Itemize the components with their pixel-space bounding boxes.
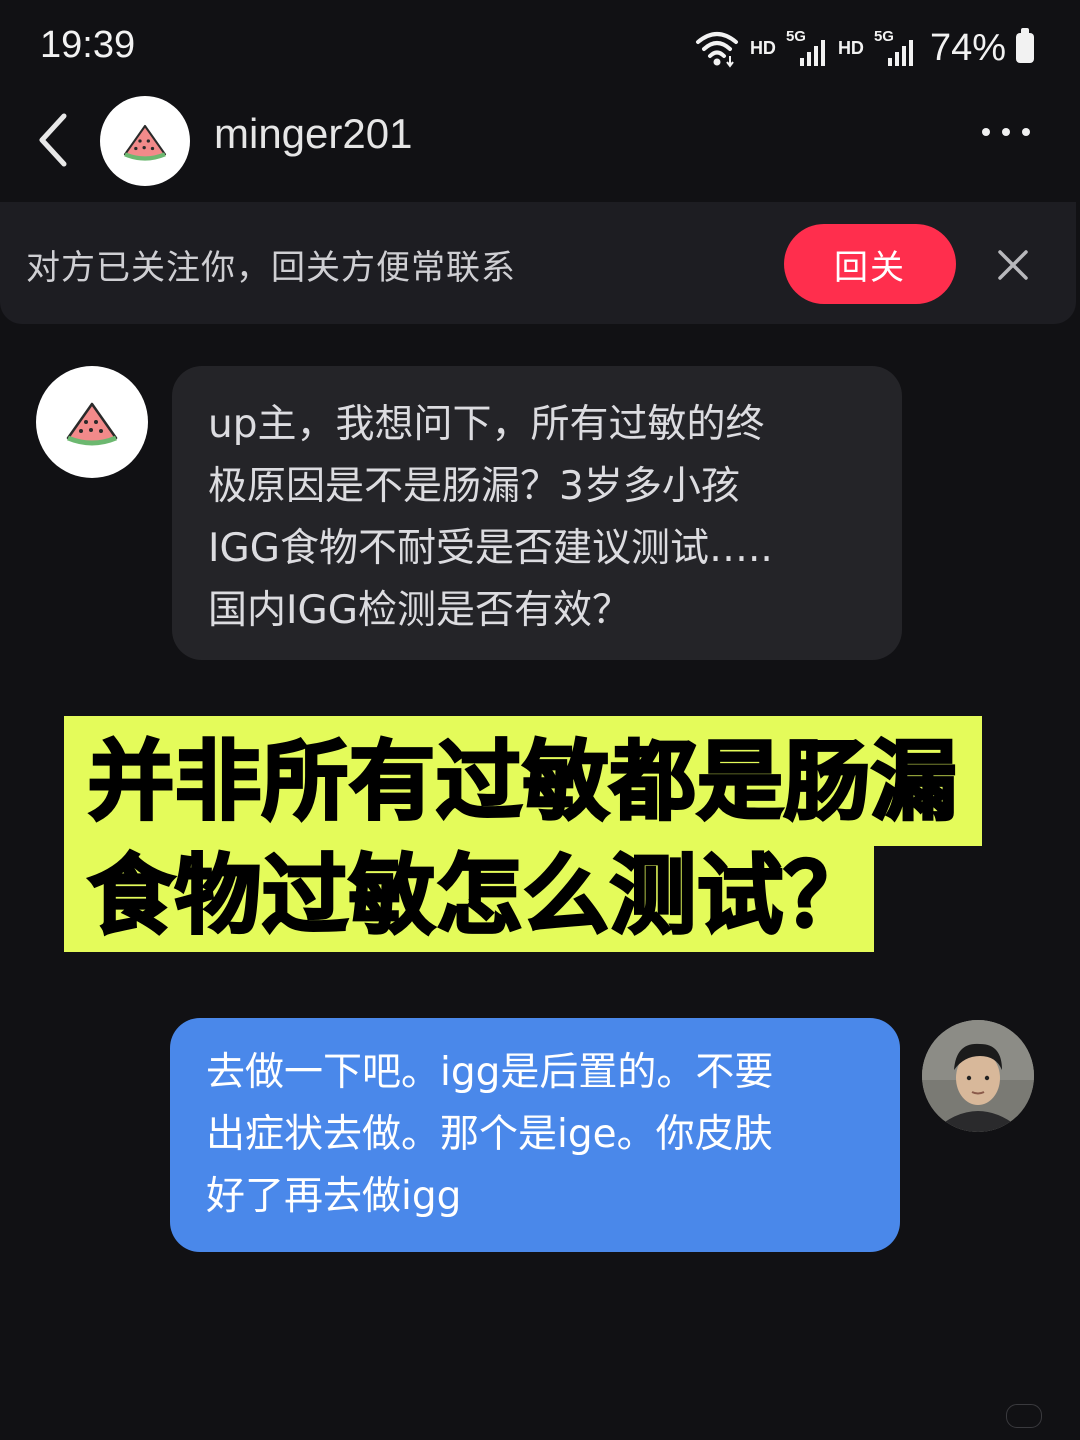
status-bar: 19:39 HD 5G HD 5G 74% xyxy=(0,0,1080,96)
follow-back-button[interactable]: 回关 xyxy=(784,224,956,304)
more-horizontal-icon xyxy=(1002,128,1010,136)
follow-back-text: 对方已关注你，回关方便常联系 xyxy=(26,248,516,288)
my-avatar[interactable] xyxy=(922,1020,1034,1132)
back-button[interactable] xyxy=(30,110,80,170)
watermelon-icon xyxy=(66,402,118,446)
close-banner-button[interactable] xyxy=(994,246,1032,284)
watermark xyxy=(1006,1404,1042,1428)
message-line: up主，我想问下，所有过敏的终 xyxy=(208,402,765,447)
status-icons: HD 5G HD 5G 74% xyxy=(694,26,1034,70)
wifi-icon xyxy=(695,32,738,68)
hd-label-1: HD xyxy=(749,37,776,58)
message-line: 极原因是不是肠漏？3岁多小孩 xyxy=(208,464,740,509)
follow-back-banner: 对方已关注你，回关方便常联系 回关 xyxy=(0,202,1076,324)
watermelon-icon xyxy=(123,124,167,161)
signal-icon-2: 5G xyxy=(874,28,916,68)
close-icon xyxy=(998,250,1028,280)
outgoing-message-bubble[interactable]: 去做一下吧。igg是后置的。不要 出症状去做。那个是ige。你皮肤 好了再去做i… xyxy=(170,1018,900,1252)
overlay-title-line-1: 并非所有过敏都是肠漏 xyxy=(64,716,982,846)
message-line: 国内IGG检测是否有效？ xyxy=(208,588,631,633)
message-line: 去做一下吧。igg是后置的。不要 xyxy=(206,1050,774,1095)
incoming-message-bubble[interactable]: up主，我想问下，所有过敏的终 极原因是不是肠漏？3岁多小孩 IGG食物不耐受是… xyxy=(172,366,902,660)
battery-icon xyxy=(1016,28,1034,63)
sender-avatar[interactable] xyxy=(36,366,148,478)
chevron-left-icon xyxy=(39,113,67,167)
more-horizontal-icon xyxy=(1022,128,1030,136)
chat-header: minger201 xyxy=(0,96,1080,200)
contact-avatar[interactable] xyxy=(100,96,190,186)
contact-name[interactable]: minger201 xyxy=(214,110,412,158)
message-line: 好了再去做igg xyxy=(206,1174,462,1219)
more-horizontal-icon xyxy=(982,128,990,136)
message-line: IGG食物不耐受是否建议测试….. xyxy=(208,526,773,571)
battery-percentage: 74% xyxy=(929,26,1006,69)
hd-label-2: HD xyxy=(837,37,864,58)
user-photo-icon xyxy=(922,1020,1034,1132)
message-line: 出症状去做。那个是ige。你皮肤 xyxy=(206,1112,773,1157)
more-options-button[interactable] xyxy=(982,128,1030,136)
overlay-title-line-2: 食物过敏怎么测试？ xyxy=(64,842,874,952)
status-time: 19:39 xyxy=(40,24,136,66)
signal-icon-1: 5G xyxy=(786,28,828,68)
